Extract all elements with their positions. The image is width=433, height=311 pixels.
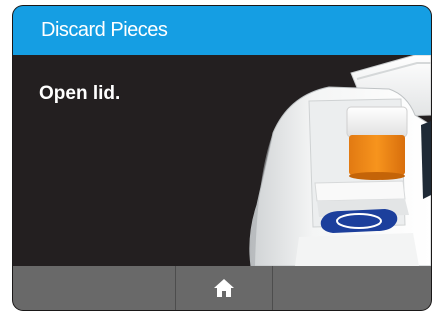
nav-slot-left xyxy=(13,266,176,310)
home-icon xyxy=(214,279,234,297)
title-bar: Discard Pieces xyxy=(13,6,431,55)
nav-slot-right xyxy=(273,266,431,310)
blue-button-shape xyxy=(320,209,398,233)
device-open-lid-illustration xyxy=(249,55,431,266)
page-title: Discard Pieces xyxy=(41,19,168,41)
home-button[interactable] xyxy=(176,266,272,310)
dialog-screen: Discard Pieces Open lid. xyxy=(13,6,431,310)
bottom-nav-bar xyxy=(13,266,431,310)
instruction-text: Open lid. xyxy=(39,83,121,104)
nav-slot-home xyxy=(176,266,273,310)
vial-cap xyxy=(346,106,408,138)
content-area: Open lid. xyxy=(13,55,431,266)
orange-vial xyxy=(349,135,405,175)
